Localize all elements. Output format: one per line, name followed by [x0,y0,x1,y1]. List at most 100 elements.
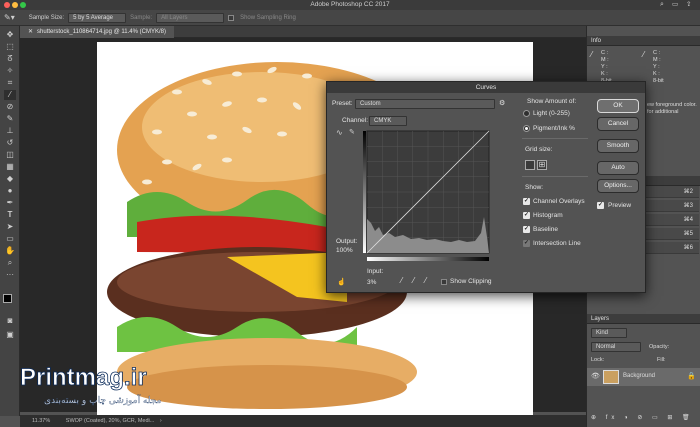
info-cmyk-readout-2: C :M :Y :K :8-bit [653,50,664,84]
quick-mask-icon[interactable]: ◙ [4,316,16,326]
action-row[interactable]: ⌘2 [639,186,699,198]
show-clipping-checkbox[interactable] [441,279,447,285]
eyedropper-readout-icon: ⁄ [591,50,593,59]
curves-dialog: Curves Preset: Custom ⚙ ∿ ✎ Channel: CMY… [326,81,646,293]
simple-grid-button[interactable] [525,160,535,170]
document-tab-label: shutterstock_110864714.jpg @ 11.4% (CMYK… [37,29,166,35]
healing-brush-tool-icon[interactable]: ⊘ [4,102,16,112]
marquee-tool-icon[interactable]: ⬚ [4,42,16,52]
document-tab[interactable]: ✕ shutterstock_110864714.jpg @ 11.4% (CMY… [20,26,174,38]
gradient-tool-icon[interactable]: ▦ [4,162,16,172]
sample-select[interactable]: All Layers [156,12,225,23]
eyedropper-tool-icon-active[interactable]: ⁄ [4,90,16,100]
light-radio-label: Light (0-255) [533,110,570,117]
info-panel-title[interactable]: Info [587,36,700,46]
preview-checkbox[interactable]: ✓ [597,202,604,209]
opacity-label: Opacity: [649,344,670,350]
dodge-tool-icon[interactable]: ● [4,186,16,196]
preview-label: Preview [608,202,632,209]
pen-tool-icon[interactable]: ✒ [4,198,16,208]
info-hint: ew foreground color. for additional [647,102,697,115]
smooth-button[interactable]: Smooth [597,139,639,153]
options-button[interactable]: Options... [597,179,639,193]
clone-stamp-tool-icon[interactable]: ⊥ [4,126,16,136]
channel-overlays-label: Channel Overlays [533,198,585,205]
visibility-eye-icon[interactable]: 👁 [591,372,600,380]
pigment-radio[interactable] [523,125,530,132]
document-profile[interactable]: SWOP (Coated), 20%, GCR, Medi... [66,418,155,424]
detailed-grid-button[interactable]: ⊞ [537,160,547,170]
channel-overlays-checkbox[interactable]: ✓ [523,198,530,205]
zoom-level[interactable]: 11.37% [32,418,50,424]
zoom-window-button[interactable] [20,2,26,8]
auto-button[interactable]: Auto [597,161,639,175]
screen-mode-icon[interactable]: ▣ [4,330,16,340]
hand-tool-icon[interactable]: ✋ [4,246,16,256]
input-label: Input: [367,268,384,275]
layer-filter-select[interactable]: Kind [591,328,627,338]
black-point-eyedropper-icon[interactable]: ⁄ [401,276,402,285]
pencil-draw-tool-icon[interactable]: ✎ [349,128,355,136]
eraser-tool-icon[interactable]: ◫ [4,150,16,160]
white-point-eyedropper-icon[interactable]: ⁄ [425,276,426,285]
divider [522,138,588,139]
close-window-button[interactable] [4,2,10,8]
fill-label: Fill: [657,357,666,363]
baseline-checkbox[interactable]: ✓ [523,226,530,233]
action-row[interactable]: ⌘6 [639,242,699,254]
gray-point-eyedropper-icon[interactable]: ⁄ [413,276,414,285]
foreground-color-swatch[interactable] [3,294,12,303]
light-radio[interactable] [523,110,530,117]
channel-label: Channel: [342,117,369,124]
workspace-icon[interactable]: ▭ [672,0,678,10]
sample-size-label: Sample Size: [28,14,65,21]
layers-panel: Kind Normal Opacity: Lock: Fill: 👁 Backg… [587,324,700,427]
zoom-tool-icon[interactable]: ⌕ [4,258,16,268]
histogram-checkbox[interactable]: ✓ [523,212,530,219]
blur-tool-icon[interactable]: ◆ [4,174,16,184]
preset-options-icon[interactable]: ⚙ [499,99,505,107]
action-row[interactable]: ⌘5 [639,228,699,240]
history-brush-tool-icon[interactable]: ↺ [4,138,16,148]
intersection-line-checkbox[interactable]: ✓ [523,240,530,247]
info-cmyk-readout: C :M :Y :K :8-bit [601,50,612,84]
move-tool-icon[interactable]: ✥ [4,30,16,40]
ok-button[interactable]: OK [597,99,639,113]
action-row[interactable]: ⌘3 [639,200,699,212]
lasso-tool-icon[interactable]: ᘔ [4,54,16,64]
type-tool-icon[interactable]: T [4,210,16,220]
layers-panel-title[interactable]: Layers [587,314,700,324]
blend-mode-select[interactable]: Normal [591,342,641,352]
layer-row-background[interactable]: 👁 Background 🔒 [587,368,700,386]
sample-label: Sample: [130,14,153,21]
action-row[interactable]: ⌘4 [639,214,699,226]
minimize-window-button[interactable] [12,2,18,8]
share-icon[interactable]: ⇪ [686,0,691,10]
crop-tool-icon[interactable]: ⌗ [4,78,16,88]
info-panel-title-label: Info [591,38,602,44]
sample-size-select[interactable]: 5 by 5 Average [68,12,127,23]
layer-thumbnail [603,370,619,384]
curves-dialog-title: Curves [327,82,645,93]
status-menu-icon[interactable]: › [160,418,162,424]
curve-point-tool-icon[interactable]: ∿ [336,128,343,137]
more-tools-icon[interactable]: ··· [4,270,16,280]
quick-select-tool-icon[interactable]: ✧ [4,66,16,76]
curve-graph[interactable] [363,127,493,265]
brush-tool-icon[interactable]: ✎ [4,114,16,124]
window-title: Adobe Photoshop CC 2017 [310,1,390,8]
cancel-button[interactable]: Cancel [597,117,639,131]
rectangle-tool-icon[interactable]: ▭ [4,234,16,244]
lock-icon: 🔒 [687,373,696,380]
eyedropper-tool-icon[interactable]: ✎▾ [4,13,15,22]
close-tab-icon[interactable]: ✕ [28,29,33,35]
layers-footer-icons[interactable]: ⊕ fx ◑ ⊘ ▭ ⊞ 🗑 [591,414,694,421]
show-amount-label: Show Amount of: [527,98,577,105]
on-image-adjust-icon[interactable]: ☝ [337,278,346,286]
path-selection-tool-icon[interactable]: ➤ [4,222,16,232]
channel-select[interactable]: CMYK [369,116,407,126]
intersection-line-label: Intersection Line [533,240,581,247]
preset-select[interactable]: Custom [355,99,495,109]
search-icon[interactable]: ⌕ [660,0,664,10]
show-sampling-ring-checkbox[interactable] [228,14,235,21]
